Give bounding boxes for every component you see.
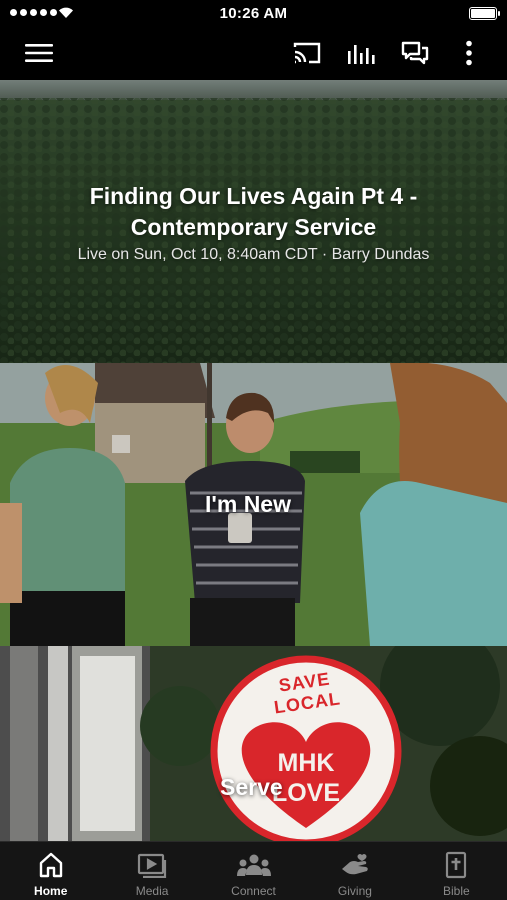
tab-giving-label: Giving bbox=[337, 884, 372, 898]
featured-title-line1: Finding Our Lives Again Pt 4 - bbox=[89, 183, 418, 209]
home-icon bbox=[39, 851, 63, 879]
tab-giving[interactable]: Giving bbox=[304, 842, 405, 900]
media-play-icon bbox=[137, 851, 167, 879]
app-bar bbox=[0, 28, 507, 80]
tab-home-label: Home bbox=[34, 884, 68, 898]
featured-subtitle: Live on Sun, Oct 10, 8:40am CDT · Barry … bbox=[77, 246, 430, 263]
tab-connect-label: Connect bbox=[231, 884, 276, 898]
people-icon bbox=[236, 851, 271, 879]
tab-bible-label: Bible bbox=[442, 884, 470, 898]
save-local-sign-image bbox=[0, 646, 507, 841]
hamburger-menu-icon[interactable] bbox=[22, 38, 56, 68]
tab-bible[interactable]: Bible bbox=[406, 842, 507, 900]
battery-icon bbox=[469, 7, 500, 20]
status-bar: 10:26 AM bbox=[0, 0, 507, 28]
im-new-card[interactable]: I'm New bbox=[0, 363, 507, 646]
giving-hand-icon bbox=[340, 851, 370, 879]
featured-title-line2: Contemporary Service bbox=[130, 214, 377, 240]
tab-bar: Home Media Connect Giving Bible bbox=[0, 841, 507, 900]
bible-icon bbox=[445, 851, 467, 879]
chat-icon[interactable] bbox=[398, 38, 432, 68]
im-new-label: I'm New bbox=[205, 491, 291, 517]
serve-card[interactable]: SAVE LOCAL MHK LOVE Serve bbox=[0, 646, 507, 841]
cast-icon[interactable] bbox=[290, 38, 324, 68]
tab-media-label: Media bbox=[135, 884, 169, 898]
tab-media[interactable]: Media bbox=[101, 842, 202, 900]
audio-bars-icon[interactable] bbox=[344, 38, 378, 68]
featured-live-card[interactable]: Finding Our Lives Again Pt 4 - Contempor… bbox=[0, 80, 507, 363]
status-time: 10:26 AM bbox=[219, 5, 288, 22]
serve-label: Serve bbox=[220, 774, 283, 800]
more-vertical-icon[interactable] bbox=[452, 38, 486, 68]
tab-home[interactable]: Home bbox=[0, 842, 101, 900]
tab-connect[interactable]: Connect bbox=[203, 842, 304, 900]
